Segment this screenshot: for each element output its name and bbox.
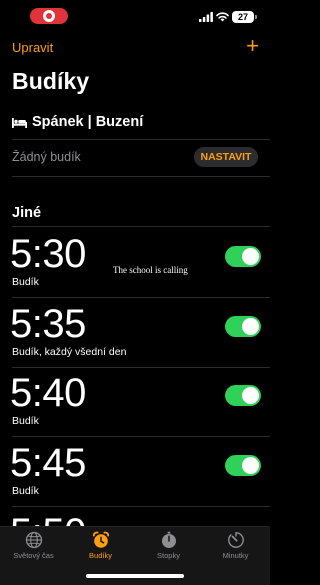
page-title: Budíky [12, 68, 90, 94]
alarm-time: 5:40 [10, 371, 86, 415]
sleep-wake-label: Spánek | Buzení [32, 114, 144, 130]
tab-stopwatch[interactable]: Stopky [135, 531, 202, 560]
toggle-knob [242, 248, 259, 265]
tab-label: Světový čas [13, 551, 54, 560]
battery-icon: 27 [232, 11, 257, 23]
divider [12, 176, 270, 177]
alarm-time: 5:50 [10, 511, 86, 526]
add-alarm-button[interactable]: + [246, 33, 259, 59]
divider [12, 226, 270, 227]
screen-recording-indicator[interactable] [30, 8, 68, 24]
tab-label: Minutky [222, 551, 249, 560]
alarm-clock-icon [92, 531, 109, 548]
toggle-knob [242, 318, 259, 335]
alarm-row[interactable]: 5:50 [0, 511, 270, 526]
overlay-caption: The school is calling [113, 265, 188, 275]
alarm-time: 5:30 [10, 232, 86, 276]
tab-timers[interactable]: Minutky [202, 531, 269, 560]
alarm-toggle[interactable] [225, 385, 261, 406]
tab-world-clock[interactable]: Světový čas [0, 531, 67, 560]
record-icon [43, 10, 55, 22]
toggle-knob [242, 457, 259, 474]
timer-icon [227, 532, 244, 548]
cellular-signal-icon [199, 12, 213, 22]
alarm-toggle[interactable] [225, 455, 261, 476]
alarm-time: 5:35 [10, 302, 86, 346]
divider [12, 297, 270, 298]
alarm-time: 5:45 [10, 441, 86, 485]
status-bar: 27 [0, 0, 270, 34]
tab-alarms[interactable]: Budíky [67, 531, 134, 560]
toggle-knob [242, 387, 259, 404]
alarm-label: Budík, každý všední den [12, 346, 127, 358]
divider [12, 367, 270, 368]
divider [12, 506, 270, 507]
wifi-icon [216, 12, 229, 22]
globe-icon [25, 531, 42, 549]
alarm-toggle[interactable] [225, 246, 261, 267]
no-alarm-text: Žádný budík [12, 150, 81, 164]
alarm-label: Budík [12, 415, 39, 427]
home-indicator[interactable] [86, 574, 184, 578]
divider [12, 436, 270, 437]
bed-icon [12, 117, 27, 128]
edit-button[interactable]: Upravit [12, 40, 53, 55]
alarm-toggle[interactable] [225, 316, 261, 337]
set-sleep-button[interactable]: NASTAVIT [194, 147, 258, 167]
tab-label: Stopky [157, 551, 180, 560]
alarm-label: Budík [12, 276, 39, 288]
alarm-row[interactable]: 5:40 Budík [0, 371, 270, 443]
sleep-wake-header: Spánek | Buzení [12, 114, 143, 130]
tab-label: Budíky [89, 551, 112, 560]
other-alarms-header: Jiné [12, 205, 42, 221]
alarm-row[interactable]: 5:45 Budík [0, 441, 270, 513]
alarm-label: Budík [12, 485, 39, 497]
stopwatch-icon [161, 531, 176, 548]
divider [12, 139, 270, 140]
alarm-row[interactable]: 5:35 Budík, každý všední den [0, 302, 270, 374]
